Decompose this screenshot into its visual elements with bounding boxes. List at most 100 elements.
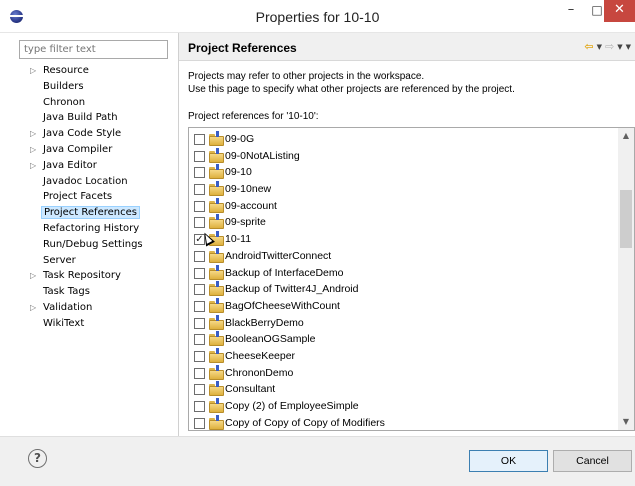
expand-arrow-icon[interactable]: ▷ [30,142,36,158]
list-item[interactable]: Consultant [189,381,619,398]
project-folder-icon [209,398,224,413]
list-item[interactable]: BlackBerryDemo [189,314,619,332]
list-item[interactable]: 09-10 [189,164,619,181]
project-name: 09-sprite [225,216,266,229]
sidebar-item[interactable]: ▷ Validation [20,300,175,316]
project-checkbox[interactable] [194,417,205,429]
view-menu-chevron-icon[interactable]: ▼ [626,43,631,51]
sidebar-item-label: Validation [43,301,93,313]
project-name: 10-11 [225,233,252,246]
project-name: CheeseKeeper [225,349,296,362]
description-line: Use this page to specify what other proj… [188,84,515,95]
minimize-button[interactable]: – [558,0,584,22]
sidebar-item[interactable]: Project Facets [20,189,175,205]
property-tree: ▷ Resource Builders Chronon Java Build Path ▷… [20,63,175,332]
sidebar-item[interactable]: Javadoc Location [20,174,175,190]
help-icon[interactable]: ? [28,449,47,468]
sidebar-item[interactable]: Project References [20,205,175,221]
filter-input[interactable] [19,40,168,59]
project-checkbox[interactable] [194,167,205,179]
window-title: Properties for 10-10 [255,9,380,25]
list-item[interactable]: CheeseKeeper [189,347,619,365]
sidebar-item-label: Project Facets [43,191,113,203]
expand-arrow-icon[interactable]: ▷ [30,158,36,174]
list-item[interactable]: BooleanOGSample [189,331,619,348]
project-checkbox[interactable] [194,184,205,196]
list-item[interactable]: Copy (2) of EmployeeSimple [189,398,619,415]
project-name: Consultant [225,383,276,396]
sidebar-item[interactable]: ▷ Resource [20,63,175,79]
sidebar-item[interactable]: ▷ Task Repository [20,268,175,284]
sidebar-item-label: Builders [43,80,84,92]
ok-button[interactable]: OK [469,450,548,472]
page-title: Project References [188,41,297,55]
forward-arrow-icon[interactable]: ⇨ [605,40,614,53]
expand-arrow-icon[interactable]: ▷ [30,300,36,316]
project-checkbox[interactable] [194,250,205,262]
sidebar-item[interactable]: ▷ Java Editor [20,158,175,174]
project-name: AndroidTwitterConnect [225,249,332,262]
list-item[interactable]: Copy of Copy of Copy of Modifiers [189,414,619,430]
expand-arrow-icon[interactable]: ▷ [30,63,36,79]
close-button[interactable]: ✕ [604,0,635,22]
sidebar-item[interactable]: Refactoring History [20,221,175,237]
project-name: Copy (2) of EmployeeSimple [225,400,359,412]
project-name: BagOfCheeseWithCount [225,299,340,312]
sidebar-item[interactable]: WikiText [20,316,175,332]
project-list-items: 09-0G 09-0NotAListing 09-10 09-10new 09-acco… [189,131,619,430]
cancel-button[interactable]: Cancel [553,450,632,472]
list-item[interactable]: Backup of Twitter4J_Android [189,281,619,298]
vertical-scrollbar[interactable]: ▲ ▼ [618,128,634,430]
back-menu-chevron-icon[interactable]: ▼ [597,43,602,51]
project-checkbox[interactable] [194,150,205,162]
project-folder-icon [209,164,224,180]
sidebar-item[interactable]: ▷ Java Compiler [20,142,175,158]
list-item[interactable]: 09-0NotAListing [189,147,619,165]
forward-menu-chevron-icon[interactable]: ▼ [617,43,622,51]
project-checkbox[interactable] [194,384,205,396]
project-checkbox[interactable] [194,350,205,362]
project-folder-icon [209,264,224,280]
list-item[interactable]: ✓ 10-11 [189,231,619,248]
sidebar-item[interactable]: Server [20,253,175,269]
project-folder-icon [209,414,224,430]
project-checkbox[interactable] [194,200,205,212]
project-checkbox[interactable] [194,317,205,329]
list-item[interactable]: AndroidTwitterConnect [189,247,619,265]
project-folder-icon [209,364,224,380]
list-item[interactable]: Backup of InterfaceDemo [189,264,619,282]
button-bar: ? OK Cancel [0,436,635,486]
project-checkbox[interactable] [194,217,205,229]
project-name: BlackBerryDemo [225,316,304,329]
expand-arrow-icon[interactable]: ▷ [30,126,36,142]
scroll-up-icon[interactable]: ▲ [618,128,634,144]
sidebar-item[interactable]: ▷ Java Code Style [20,126,175,142]
project-checkbox[interactable] [194,284,205,296]
project-checkbox[interactable] [194,401,205,412]
project-folder-icon [209,331,224,347]
scroll-down-icon[interactable]: ▼ [618,414,634,430]
back-arrow-icon[interactable]: ⇦ [584,40,593,53]
list-item[interactable]: ChrononDemo [189,364,619,382]
project-checkbox[interactable] [194,134,205,145]
sidebar-item-label: WikiText [43,317,85,329]
project-checkbox[interactable] [194,267,205,279]
list-item[interactable]: 09-0G [189,131,619,148]
sidebar-item[interactable]: Run/Debug Settings [20,237,175,253]
list-item[interactable]: 09-account [189,197,619,215]
project-checkbox[interactable] [194,300,205,312]
list-item[interactable]: 09-sprite [189,214,619,231]
sidebar-item[interactable]: Chronon [20,95,175,111]
references-label: Project references for '10-10': [188,111,319,122]
sidebar-item[interactable]: Java Build Path [20,110,175,126]
project-checkbox[interactable] [194,334,205,346]
sidebar-item[interactable]: Builders [20,79,175,95]
sidebar-item[interactable]: Task Tags [20,284,175,300]
project-checkbox[interactable] [194,367,205,379]
sidebar-item-label: Task Repository [43,270,121,282]
expand-arrow-icon[interactable]: ▷ [30,268,36,284]
list-item[interactable]: BagOfCheeseWithCount [189,297,619,315]
sidebar-item-label: Java Build Path [43,112,118,124]
list-item[interactable]: 09-10new [189,181,619,198]
scrollbar-thumb[interactable] [620,190,632,248]
